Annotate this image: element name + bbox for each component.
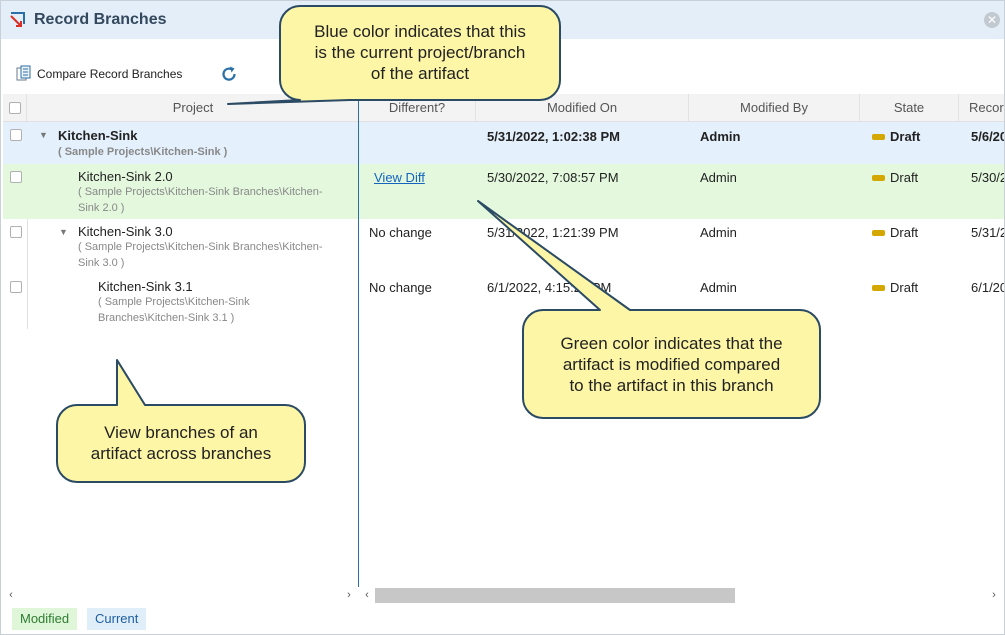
refresh-icon[interactable] [219, 64, 239, 84]
record-cell: 5/30/2 [971, 170, 1004, 185]
legend-current: Current [87, 608, 147, 630]
branch-name: Kitchen-Sink [58, 128, 138, 143]
branch-icon [10, 12, 25, 27]
column-header-modified-on[interactable]: Modified On [476, 94, 689, 122]
column-header-record[interactable]: Recor [959, 94, 1004, 122]
project-grid-left: Project ▼ Kitchen-Sink ( Sample Projects… [3, 94, 359, 587]
state-cell: Draft [872, 280, 918, 295]
left-horizontal-scrollbar[interactable]: ‹ › [1, 587, 359, 604]
row-checkbox[interactable] [10, 226, 22, 238]
branch-name: Kitchen-Sink 3.1 [98, 279, 193, 294]
branch-path: ( Sample Projects\Kitchen-Sink ) [58, 146, 228, 158]
header-checkbox-cell [3, 94, 27, 122]
collapse-arrow-icon[interactable]: ▼ [39, 130, 49, 140]
right-horizontal-scrollbar[interactable]: ‹ › [359, 587, 1004, 604]
window-title: Record Branches [34, 11, 167, 28]
branch-path-line-1: ( Sample Projects\Kitchen-Sink [98, 296, 250, 308]
row-checkbox[interactable] [10, 281, 22, 293]
table-row[interactable]: ▼ Kitchen-Sink 3.0 ( Sample Projects\Kit… [3, 219, 358, 274]
modified-by-cell: Admin [700, 129, 741, 144]
row-checkbox[interactable] [10, 171, 22, 183]
table-row[interactable]: No change 6/1/2022, 4:15:21 PM Admin Dra… [359, 274, 1004, 329]
branch-path-line-2: Sink 2.0 ) [78, 202, 125, 214]
record-cell: 5/31/2 [971, 225, 1004, 240]
draft-status-icon [872, 284, 885, 291]
select-all-checkbox[interactable] [9, 102, 21, 114]
branch-path-line-2: Branches\Kitchen-Sink 3.1 ) [98, 312, 235, 324]
record-cell: 5/6/20 [971, 129, 1004, 144]
record-branches-window: Record Branches ✕ Compare Record Branche… [0, 0, 1005, 635]
scroll-left-arrow-icon[interactable]: ‹ [359, 587, 375, 604]
close-icon[interactable]: ✕ [984, 12, 1000, 28]
column-header-different[interactable]: Different? [359, 94, 476, 122]
scroll-right-arrow-icon[interactable]: › [986, 587, 1002, 604]
state-cell: Draft [872, 170, 918, 185]
modified-by-cell: Admin [700, 225, 737, 240]
compare-button-label: Compare Record Branches [37, 67, 183, 81]
table-row[interactable]: View Diff 5/30/2022, 7:08:57 PM Admin Dr… [359, 164, 1004, 219]
row-checkbox[interactable] [10, 129, 22, 141]
toolbar: Compare Record Branches [1, 59, 1004, 89]
scroll-right-arrow-icon[interactable]: › [341, 587, 357, 604]
different-cell: No change [369, 225, 432, 240]
project-grid-right: Different? Modified On Modified By State… [359, 94, 1004, 587]
branch-path-line-1: ( Sample Projects\Kitchen-Sink Branches\… [78, 186, 323, 198]
modified-on-cell: 5/31/2022, 1:02:38 PM [487, 129, 620, 144]
table-row[interactable]: No change 5/31/2022, 1:21:39 PM Admin Dr… [359, 219, 1004, 274]
column-header-modified-by[interactable]: Modified By [689, 94, 860, 122]
modified-by-cell: Admin [700, 280, 737, 295]
draft-status-icon [872, 229, 885, 236]
modified-on-cell: 5/30/2022, 7:08:57 PM [487, 170, 619, 185]
branch-path-line-2: Sink 3.0 ) [78, 257, 125, 269]
different-cell: No change [369, 280, 432, 295]
compare-record-branches-button[interactable]: Compare Record Branches [15, 64, 182, 84]
view-diff-link[interactable]: View Diff [374, 170, 425, 185]
table-row[interactable]: Kitchen-Sink 3.1 ( Sample Projects\Kitch… [3, 274, 358, 329]
branch-path-line-1: ( Sample Projects\Kitchen-Sink Branches\… [78, 241, 323, 253]
branch-name: Kitchen-Sink 3.0 [78, 224, 173, 239]
draft-status-icon [872, 174, 885, 181]
modified-on-cell: 5/31/2022, 1:21:39 PM [487, 225, 619, 240]
state-cell: Draft [872, 129, 920, 144]
modified-by-cell: Admin [700, 170, 737, 185]
table-row[interactable]: 5/31/2022, 1:02:38 PM Admin Draft 5/6/20 [359, 122, 1004, 164]
collapse-arrow-icon[interactable]: ▼ [59, 227, 69, 237]
table-row[interactable]: ▼ Kitchen-Sink ( Sample Projects\Kitchen… [3, 122, 358, 164]
title-bar: Record Branches ✕ [1, 1, 1004, 39]
column-header-state[interactable]: State [860, 94, 959, 122]
branch-name: Kitchen-Sink 2.0 [78, 169, 173, 184]
scrollbar-thumb[interactable] [375, 588, 735, 603]
legend-modified: Modified [12, 608, 78, 630]
scroll-left-arrow-icon[interactable]: ‹ [3, 587, 19, 604]
draft-status-icon [872, 133, 885, 140]
column-header-project[interactable]: Project [27, 94, 358, 122]
state-cell: Draft [872, 225, 918, 240]
compare-document-icon [16, 65, 31, 81]
table-row[interactable]: Kitchen-Sink 2.0 ( Sample Projects\Kitch… [3, 164, 358, 219]
record-cell: 6/1/20 [971, 280, 1004, 295]
modified-on-cell: 6/1/2022, 4:15:21 PM [487, 280, 612, 295]
